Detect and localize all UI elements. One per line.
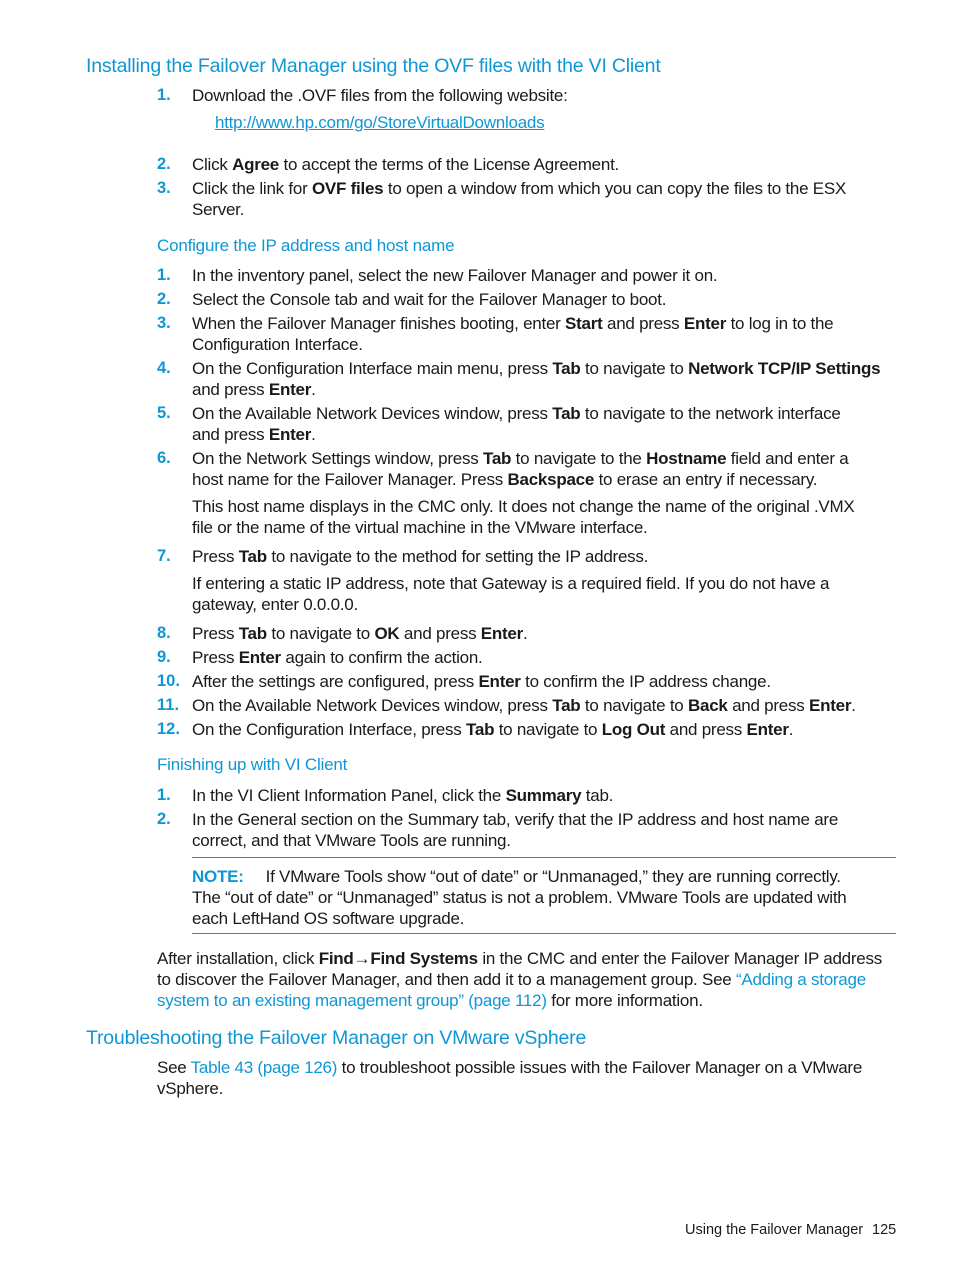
step-text: In the General section on the Summary ta… (192, 810, 839, 829)
step-number: 2. (157, 810, 171, 828)
step-text: Download the .OVF files from the followi… (192, 86, 568, 105)
step-text: In the inventory panel, select the new F… (192, 266, 718, 285)
xref-table-43-link[interactable]: Table 43 (page 126) (191, 1058, 338, 1077)
step-number: 2. (157, 155, 171, 173)
section-heading-troubleshooting: Troubleshooting the Failover Manager on … (86, 1027, 587, 1049)
step-number: 8. (157, 624, 171, 642)
step-text: On the Configuration Interface main menu… (192, 359, 881, 378)
step-text: Press Enter again to confirm the action. (192, 648, 483, 667)
step-text-cont: Configuration Interface. (192, 335, 363, 354)
step-text: Click the link for OVF files to open a w… (192, 179, 847, 198)
download-url-link[interactable]: http://www.hp.com/go/StoreVirtualDownloa… (215, 112, 545, 133)
xref-adding-storage-link-cont[interactable]: system to an existing management group” … (157, 991, 547, 1010)
document-page: Installing the Failover Manager using th… (0, 0, 954, 1271)
step-text: On the Available Network Devices window,… (192, 696, 856, 715)
xref-adding-storage-link[interactable]: “Adding a storage (736, 970, 866, 989)
note-line: each LeftHand OS software upgrade. (192, 909, 465, 928)
step-text-cont: correct, and that VMware Tools are runni… (192, 831, 511, 850)
step-note: If entering a static IP address, note th… (192, 574, 830, 593)
section-heading-install-ovf: Installing the Failover Manager using th… (86, 55, 661, 77)
step-number: 2. (157, 290, 171, 308)
step-number: 11. (157, 696, 180, 714)
step-text-cont: and press Enter. (192, 380, 316, 399)
step-number: 5. (157, 404, 171, 422)
step-number: 4. (157, 359, 171, 377)
after-install-text: to discover the Failover Manager, and th… (157, 970, 866, 989)
step-number: 3. (157, 179, 171, 197)
note-line: The “out of date” or “Unmanaged” status … (192, 888, 847, 907)
page-number: 125 (872, 1222, 897, 1238)
step-text: Click Agree to accept the terms of the L… (192, 155, 620, 174)
after-install-text: system to an existing management group” … (157, 991, 703, 1010)
note-top-divider (192, 857, 896, 858)
note-bottom-divider (192, 933, 896, 934)
step-number: 3. (157, 314, 171, 332)
step-text-cont: host name for the Failover Manager. Pres… (192, 470, 818, 489)
step-text: Select the Console tab and wait for the … (192, 290, 667, 309)
menu-arrow-icon: → (353, 949, 371, 968)
note-label: NOTE: (192, 867, 244, 886)
step-text: In the VI Client Information Panel, clic… (192, 786, 614, 805)
step-number: 1. (157, 266, 171, 284)
step-note: This host name displays in the CMC only.… (192, 497, 855, 516)
after-install-text: After installation, click Find→Find Syst… (157, 949, 882, 968)
step-number: 1. (157, 86, 171, 104)
note-line: NOTE: If VMware Tools show “out of date” … (192, 867, 841, 886)
step-number: 12. (157, 720, 180, 738)
step-text-cont: and press Enter. (192, 425, 316, 444)
troubleshooting-text-cont: vSphere. (157, 1079, 224, 1098)
footer-section-title: Using the Failover Manager (685, 1222, 864, 1238)
step-number: 9. (157, 648, 171, 666)
step-number: 6. (157, 449, 171, 467)
subheading-finishing: Finishing up with VI Client (157, 755, 348, 774)
step-text: Press Tab to navigate to the method for … (192, 547, 649, 566)
subheading-configure-ip: Configure the IP address and host name (157, 236, 455, 255)
step-number: 10. (157, 672, 180, 690)
step-note-cont: gateway, enter 0.0.0.0. (192, 595, 358, 614)
step-text: On the Network Settings window, press Ta… (192, 449, 849, 468)
troubleshooting-text: See Table 43 (page 126) to troubleshoot … (157, 1058, 863, 1077)
step-number: 1. (157, 786, 171, 804)
step-text: Press Tab to navigate to OK and press En… (192, 624, 528, 643)
step-text-cont: Server. (192, 200, 245, 219)
step-text: When the Failover Manager finishes booti… (192, 314, 834, 333)
step-text: On the Configuration Interface, press Ta… (192, 720, 794, 739)
step-text: After the settings are configured, press… (192, 672, 771, 691)
step-text: On the Available Network Devices window,… (192, 404, 841, 423)
step-note-cont: file or the name of the virtual machine … (192, 518, 648, 537)
step-number: 7. (157, 547, 171, 565)
